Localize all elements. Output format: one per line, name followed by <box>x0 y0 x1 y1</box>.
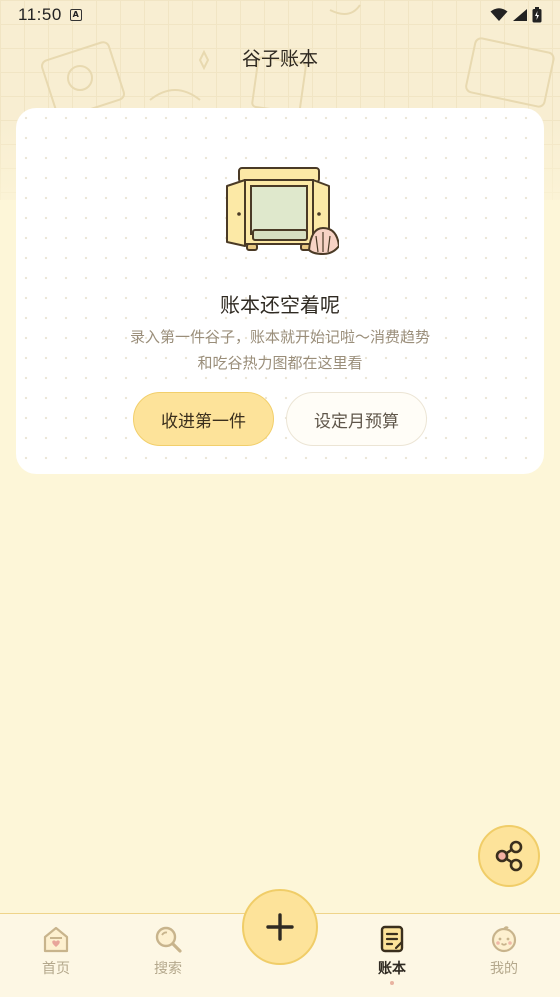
empty-state-description-line-1: 录入第一件谷子，账本就开始记啦～消费趋势 <box>129 328 430 346</box>
empty-ledger-card: 账本还空着呢 录入第一件谷子，账本就开始记啦～消费趋势 和吃谷热力图都在这里看 … <box>16 108 544 474</box>
page-title: 谷子账本 <box>241 48 318 70</box>
tab-profile-label: 我的 <box>490 961 518 977</box>
share-icon <box>495 840 523 872</box>
plus-icon <box>266 913 294 941</box>
status-icons <box>490 7 542 23</box>
add-item-button[interactable] <box>242 889 318 965</box>
empty-state-description: 录入第一件谷子，账本就开始记啦～消费趋势 和吃谷热力图都在这里看 <box>16 324 544 376</box>
tab-search[interactable]: 搜索 <box>112 924 224 994</box>
share-button[interactable] <box>478 825 540 887</box>
add-first-item-button[interactable]: 收进第一件 <box>133 392 274 446</box>
tab-ledger-label: 账本 <box>378 961 406 977</box>
battery-icon <box>532 7 542 23</box>
tab-search-label: 搜索 <box>154 961 182 977</box>
a-badge-icon: A <box>69 9 82 21</box>
set-monthly-budget-button[interactable]: 设定月预算 <box>286 392 427 446</box>
search-icon <box>155 926 182 953</box>
tab-home[interactable]: 首页 <box>0 924 112 994</box>
status-time: 11:50 <box>18 5 62 24</box>
tab-ledger[interactable]: 账本 <box>336 924 448 994</box>
empty-state-title: 账本还空着呢 <box>220 293 340 317</box>
cabinet-with-shell-icon <box>226 167 339 256</box>
tab-home-label: 首页 <box>42 961 70 977</box>
ledger-icon <box>380 925 404 953</box>
tab-profile[interactable]: 我的 <box>448 924 560 994</box>
face-icon <box>491 926 517 953</box>
empty-state-description-line-2: 和吃谷热力图都在这里看 <box>197 354 363 372</box>
status-bar: 11:50 A <box>0 0 560 30</box>
home-icon <box>43 926 69 953</box>
signal-icon <box>513 9 527 21</box>
wifi-icon <box>490 8 508 21</box>
active-tab-indicator <box>390 981 394 985</box>
